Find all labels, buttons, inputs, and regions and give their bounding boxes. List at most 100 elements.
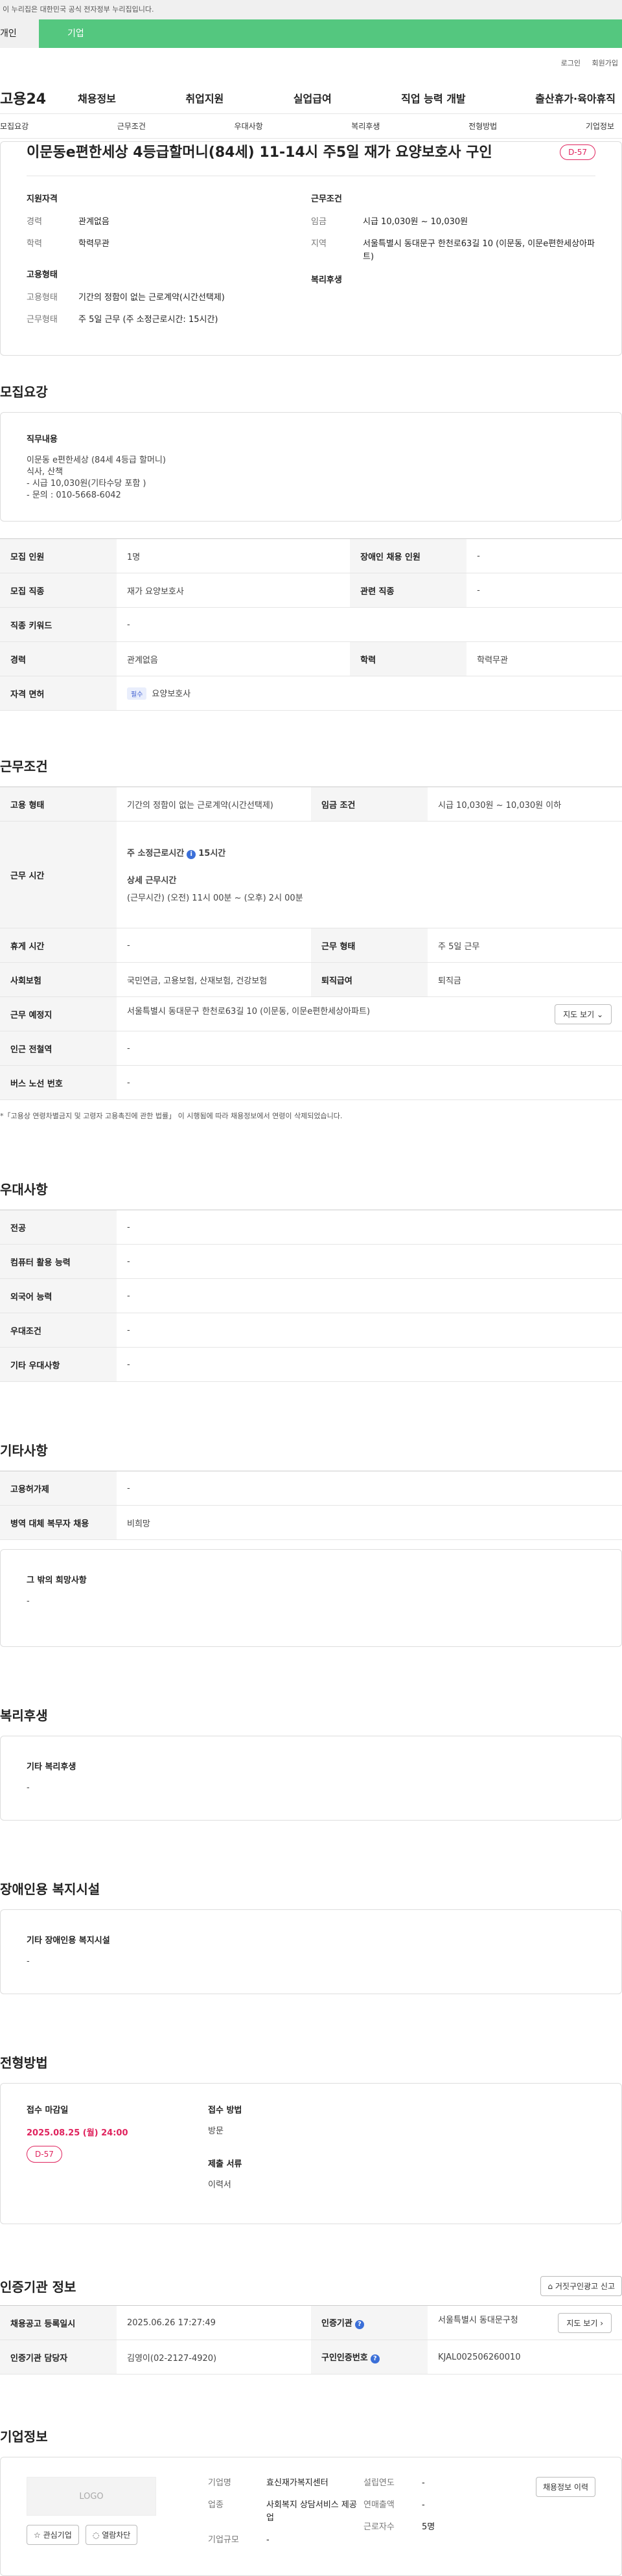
- duty-line: 식사, 산책: [27, 467, 63, 477]
- other-wish-box: 그 밖의 희망사항 -: [0, 1549, 622, 1647]
- row-label: 학력: [350, 641, 467, 676]
- career-value: 관계없음: [78, 217, 109, 227]
- map-view-button[interactable]: 지도 보기 ⌄: [555, 1004, 612, 1024]
- row-label: 전공: [0, 1210, 117, 1245]
- process-box: 접수 마감일 2025.08.25 (월) 24:00 D-57 접수 방법 방…: [0, 2083, 622, 2224]
- row-label: 임금 조건: [311, 787, 428, 822]
- row-value: -: [466, 573, 622, 608]
- row-value: 필수 요양보호사: [117, 676, 622, 711]
- report-fake-ad-button[interactable]: ⌂ 거짓구인광고 신고: [540, 2276, 622, 2296]
- row-value: -: [117, 928, 311, 963]
- table-row: 우대조건 -: [0, 1313, 622, 1348]
- detail-hours-value: (근무시간) (오전) 11시 00분 ~ (오후) 2시 00분: [127, 893, 303, 903]
- corp-size-label: 기업규모: [208, 2535, 239, 2545]
- work-section-title: 근무조건: [0, 759, 48, 774]
- gov-banner: 이 누리집은 대한민국 공식 전자정부 누리집입니다.: [0, 0, 622, 19]
- util-links: 로그인 회원가입: [0, 48, 622, 82]
- row-value: 비희망: [117, 1505, 622, 1540]
- table-row: 인근 전철역 -: [0, 1031, 622, 1066]
- corp-found-label: 설립연도: [363, 2478, 395, 2488]
- table-row: 인증기관 담당자 김영이(02-2127-4920) 구인인증번호? KJAL00…: [0, 2340, 622, 2375]
- detail-hours-heading: 상세 근무시간: [127, 876, 177, 886]
- age-note: *「고용상 연령차별금지 및 고령자 고용촉진에 관한 법률」 이 시행됨에 따…: [0, 1112, 343, 1120]
- menu-jobs[interactable]: 채용정보: [78, 90, 116, 106]
- duty-line: - 시급 10,030원(기타수당 포함 ): [27, 479, 146, 489]
- pref-table: 전공 - 컴퓨터 활용 능력 - 외국어 능력 - 우대조건 - 기타 우대사항 -: [0, 1210, 622, 1382]
- recruit-table: 모집 인원 1명 장애인 채용 인원 - 모집 직종 재가 요양보호사 관련 직종 - …: [0, 538, 622, 711]
- welfare-heading: 복리후생: [311, 275, 342, 285]
- row-label: 버스 노선 번호: [0, 1065, 117, 1100]
- tab-individual[interactable]: 개인: [0, 19, 39, 48]
- corp-section-title: 기업정보: [0, 2429, 48, 2444]
- menu-unemployment-benefit[interactable]: 실업급여: [294, 90, 332, 106]
- info-icon[interactable]: i: [187, 850, 196, 859]
- facility-heading: 기타 장애인용 복지시설: [27, 1936, 110, 1946]
- corp-biz-value: 사회복지 상담서비스 제공업: [266, 2500, 357, 2523]
- edu-label: 학력: [27, 239, 42, 249]
- row-value: 서울특별시 동대문구청 지도 보기 ›: [428, 2305, 622, 2340]
- row-value: 국민연금, 고용보험, 산재보험, 건강보험: [117, 962, 311, 997]
- deadline-dday-badge: D-57: [27, 2146, 62, 2163]
- dday-badge: D-57: [560, 144, 595, 160]
- corp-found-value: -: [422, 2478, 425, 2488]
- required-badge: 필수: [127, 687, 147, 700]
- block-view-button[interactable]: ◌ 열람차단: [85, 2525, 138, 2545]
- anchor-welfare[interactable]: 복리후생: [351, 121, 380, 132]
- docs-value: 이력서: [208, 2180, 231, 2190]
- table-row: 기타 우대사항 -: [0, 1347, 622, 1382]
- row-label: 구인인증번호?: [311, 2340, 428, 2375]
- welfare-value: -: [27, 1783, 30, 1793]
- tab-company[interactable]: 기업: [39, 19, 622, 48]
- table-row: 고용허가제 -: [0, 1471, 622, 1506]
- row-label: 고용허가제: [0, 1471, 117, 1506]
- main-menu: 채용정보 취업지원 실업급여 직업 능력 개발 출산휴가·육아휴직: [78, 90, 622, 106]
- anchor-process[interactable]: 전형방법: [468, 121, 497, 132]
- anchor-work[interactable]: 근무조건: [117, 121, 146, 132]
- table-row: 채용공고 등록일시 2025.06.26 17:27:49 인증기관? 서울특별시…: [0, 2305, 622, 2340]
- etc-table: 고용허가제 - 병역 대체 복무자 채용 비희망: [0, 1471, 622, 1540]
- facility-box: 기타 장애인용 복지시설 -: [0, 1909, 622, 1994]
- hiring-history-button[interactable]: 채용정보 이력: [535, 2477, 595, 2497]
- license-value: 요양보호사: [152, 689, 191, 699]
- agency-map-button[interactable]: 지도 보기 ›: [558, 2312, 612, 2333]
- table-row: 근무 시간 주 소정근로시간 i 15시간 상세 근무시간 (근무시간) (오전) …: [0, 821, 622, 928]
- corp-emp-label: 근로자수: [363, 2522, 395, 2532]
- row-value: 서울특별시 동대문구 한천로63길 10 (이문동, 이문e편한세상아파트) 지도…: [117, 996, 622, 1031]
- row-value: 주 5일 근무: [428, 928, 622, 963]
- row-value: 2025.06.26 17:27:49: [117, 2305, 311, 2340]
- site-logo[interactable]: 고용24: [0, 87, 78, 108]
- wage-value: 시급 10,030원 ~ 10,030원: [363, 217, 468, 227]
- info-icon[interactable]: ?: [354, 2320, 364, 2329]
- corp-sales-label: 연매출액: [363, 2500, 395, 2510]
- table-row: 사회보험 국민연금, 고용보험, 산재보험, 건강보험 퇴직급여 퇴직금: [0, 962, 622, 997]
- menu-parental-leave[interactable]: 출산휴가·육아휴직: [535, 90, 616, 106]
- row-label: 근무 형태: [311, 928, 428, 963]
- user-type-tabs: 개인 기업: [0, 19, 622, 48]
- anchor-corp[interactable]: 기업정보: [586, 121, 614, 132]
- qualification-heading: 지원자격: [27, 194, 58, 204]
- login-link[interactable]: 로그인: [561, 59, 581, 67]
- row-value: 관계없음: [117, 641, 351, 676]
- facility-value: -: [27, 1957, 30, 1966]
- section-anchor-nav: 모집요강 근무조건 우대사항 복리후생 전형방법 기업정보: [0, 114, 622, 139]
- conditions-heading: 근무조건: [311, 194, 342, 204]
- anchor-pref[interactable]: 우대사항: [235, 121, 263, 132]
- menu-employment-support[interactable]: 취업지원: [185, 90, 224, 106]
- row-label: 자격 면허: [0, 676, 117, 711]
- agency-section-title: 인증기관 정보: [0, 2279, 76, 2295]
- row-label: 모집 직종: [0, 573, 117, 608]
- favorite-company-button[interactable]: ☆ 관심기업: [27, 2525, 79, 2545]
- corp-box: LOGO ☆ 관심기업 ◌ 열람차단 기업명 효신재가복지센터 업종 사회복지 상담…: [0, 2457, 622, 2576]
- menu-skill-dev[interactable]: 직업 능력 개발: [401, 90, 465, 106]
- method-value: 방문: [208, 2126, 224, 2136]
- anchor-recruit[interactable]: 모집요강: [0, 121, 29, 132]
- row-value: 재가 요양보호사: [117, 573, 351, 608]
- row-value: -: [117, 1347, 622, 1382]
- row-label: 관련 직종: [350, 573, 467, 608]
- row-label: 근무 예정지: [0, 996, 117, 1031]
- table-row: 버스 노선 번호 -: [0, 1065, 622, 1100]
- info-icon[interactable]: ?: [370, 2354, 380, 2363]
- table-row: 모집 직종 재가 요양보호사 관련 직종 -: [0, 573, 622, 608]
- signup-link[interactable]: 회원가입: [592, 59, 618, 67]
- duty-box: 직무내용 이문동 e편한세상 (84세 4등급 할머니) 식사, 산책 - 시급…: [0, 412, 622, 522]
